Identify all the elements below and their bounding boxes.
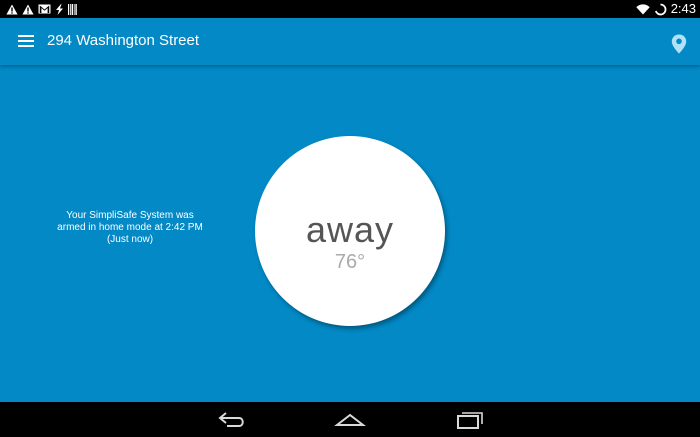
location-pin-icon[interactable]: [671, 34, 687, 54]
navigation-bar: [0, 402, 700, 437]
status-message-line: armed in home mode at 2:42 PM: [57, 222, 203, 233]
wifi-icon: [635, 3, 650, 14]
sync-icon: [654, 3, 667, 15]
status-bar-system: 2:43: [635, 1, 696, 17]
status-bar: 2:43: [0, 0, 700, 18]
mode-label: away: [305, 209, 395, 250]
status-bar-notifications: [6, 2, 77, 16]
arming-status-message: Your SimpliSafe System was armed in home…: [45, 210, 215, 246]
back-icon[interactable]: [217, 410, 249, 430]
warning-icon: [6, 4, 18, 14]
gmail-icon: [38, 4, 51, 14]
clock: 2:43: [670, 1, 696, 16]
recents-icon[interactable]: [454, 410, 486, 430]
hamburger-menu-icon[interactable]: [17, 33, 35, 51]
mode-circle-button[interactable]: away 76°: [255, 136, 445, 326]
signal-bolt-icon: [56, 3, 63, 15]
status-message-line: (Just now): [106, 234, 154, 245]
status-message-line: Your SimpliSafe System was: [66, 210, 194, 221]
main-content: Your SimpliSafe System was armed in home…: [0, 65, 700, 402]
app-bar: 294 Washington Street: [0, 18, 700, 65]
warning-icon: [22, 4, 34, 14]
home-icon[interactable]: [334, 410, 366, 430]
page-title: 294 Washington Street: [47, 32, 200, 49]
screen: 2:43 294 Washington Street Your SimpliSa…: [0, 0, 700, 437]
barcode-icon: [68, 3, 77, 15]
temperature-label: 76°: [334, 251, 366, 273]
